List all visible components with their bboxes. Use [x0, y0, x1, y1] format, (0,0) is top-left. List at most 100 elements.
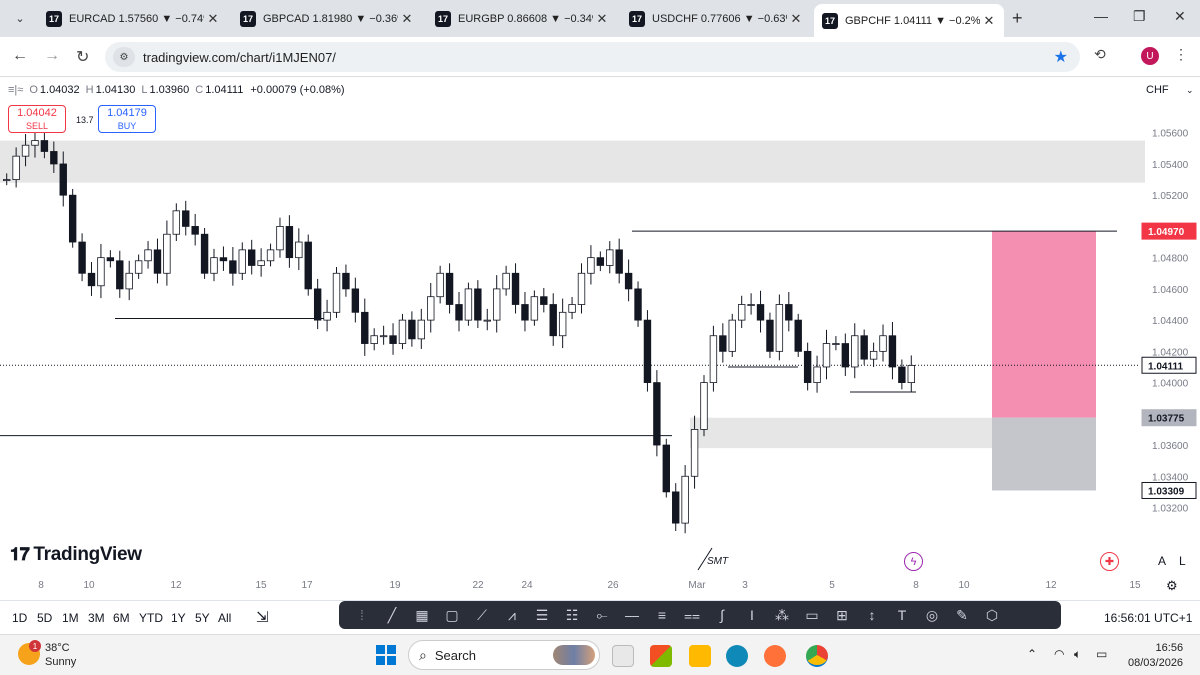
supply-zone	[0, 140, 1145, 183]
browser-tab[interactable]: 17 EURGBP 0.86608 ▼ −0.34% ✕	[427, 5, 617, 33]
rectangle-icon[interactable]: ▢	[443, 607, 461, 624]
timeframe-all[interactable]: All	[218, 611, 231, 625]
hexagon-icon[interactable]: ⬡	[983, 607, 1001, 624]
horizontal-line-icon[interactable]: —	[623, 607, 641, 623]
y-tick-label: 1.04600	[1152, 285, 1189, 296]
close-icon[interactable]: ✕	[787, 11, 805, 27]
task-view-icon[interactable]	[612, 645, 634, 667]
high-label: H	[85, 84, 94, 96]
tab-search-button[interactable]: ⌄	[8, 7, 32, 29]
candle-down	[313, 288, 322, 321]
new-tab-button[interactable]: +	[1012, 8, 1023, 29]
store-icon[interactable]	[650, 645, 672, 667]
chevron-up-icon[interactable]: ⌃	[1027, 647, 1037, 661]
lightning-icon[interactable]: ϟ	[904, 552, 923, 571]
callout-icon[interactable]: ▭	[803, 607, 821, 624]
log-scale-button[interactable]: L	[1179, 554, 1186, 568]
cursor-text-icon[interactable]: I	[743, 607, 761, 623]
channel-icon[interactable]: ☷	[563, 607, 581, 624]
brush-icon[interactable]: ✎	[953, 607, 971, 624]
timeframe-ytd[interactable]: YTD	[139, 611, 163, 625]
candlestick-chart[interactable]: SMT 1.05600 1.05400 1.05200 1.04800 1.04600 1.…	[0, 78, 1200, 600]
firefox-icon[interactable]	[764, 645, 786, 667]
currency-selector[interactable]: CHF	[1146, 84, 1169, 96]
candle-down	[785, 304, 793, 321]
candle-up	[417, 319, 426, 340]
timeframe-1y[interactable]: 1Y	[171, 611, 186, 625]
candle-up	[97, 257, 105, 287]
speaker-icon[interactable]: 🔈︎	[1074, 647, 1081, 662]
path-icon[interactable]: ⩘	[503, 607, 521, 624]
goto-date-icon[interactable]: ⇲	[256, 608, 269, 626]
timeframe-5d[interactable]: 5D	[37, 611, 52, 625]
battery-icon[interactable]: ▭	[1096, 647, 1107, 661]
forward-icon[interactable]: →	[44, 47, 60, 65]
candle-up	[813, 366, 821, 383]
avatar[interactable]: U	[1141, 47, 1159, 65]
site-info-icon[interactable]: ⚙	[113, 47, 135, 67]
sell-button[interactable]: 1.04042 SELL	[8, 105, 66, 133]
timeframe-1d[interactable]: 1D	[12, 611, 27, 625]
browser-tab[interactable]: 17 USDCHF 0.77606 ▼ −0.63% ✕	[621, 5, 811, 33]
buy-button[interactable]: 1.04179 BUY	[98, 105, 156, 133]
circle-icon[interactable]: ◎	[923, 607, 941, 624]
restore-icon[interactable]: ❐	[1133, 8, 1146, 25]
close-icon[interactable]: ✕	[204, 11, 222, 27]
url-field[interactable]: ⚙ tradingview.com/chart/i1MJEN07/ ★	[105, 42, 1080, 72]
address-bar: ← → ↻ ⚙ tradingview.com/chart/i1MJEN07/ …	[0, 37, 1200, 77]
edge-icon[interactable]	[726, 645, 748, 667]
taskbar-search[interactable]: ⌕ Search	[408, 640, 600, 670]
system-date: 08/03/2026	[1128, 657, 1184, 669]
curve-icon[interactable]: ∫	[713, 607, 731, 623]
history-icon[interactable]: ⟲	[1094, 46, 1106, 63]
vertical-line-icon[interactable]: ↕	[863, 607, 881, 623]
browser-tab[interactable]: 17 GBPCAD 1.81980 ▼ −0.36% ✕	[232, 5, 422, 33]
fib-icon[interactable]: ☰	[533, 607, 551, 624]
text-icon[interactable]: T	[893, 607, 911, 623]
menu-icon[interactable]: ⋮	[1174, 46, 1188, 63]
horizontal-ray-icon[interactable]: ⟜	[593, 607, 611, 624]
candle-up	[492, 288, 501, 321]
timeframe-6m[interactable]: 6M	[113, 611, 130, 625]
gear-icon[interactable]: ⚙	[1166, 578, 1178, 594]
node-icon[interactable]: ⁂	[773, 607, 791, 624]
drawing-toolbar: ⁞ ╱ ▦ ▢ ⟋ ⩘ ☰ ☷ ⟜ — ≡ ⩵ ∫ I ⁂ ▭ ⊞ ↕ T ◎ …	[339, 601, 1061, 629]
wifi-icon[interactable]: ◠	[1054, 647, 1064, 661]
chart-clock[interactable]: 16:56:01 UTC+1	[1104, 611, 1192, 625]
timeframe-3m[interactable]: 3M	[88, 611, 105, 625]
system-clock[interactable]: 16:56 08/03/2026	[1128, 641, 1183, 671]
trend-line-icon[interactable]: ╱	[383, 607, 401, 624]
windows-start-icon[interactable]	[376, 645, 396, 665]
fib-retracement-icon[interactable]: ≡	[653, 607, 671, 623]
candle-up	[577, 272, 586, 305]
uk-flag-icon[interactable]: ✚	[1100, 552, 1119, 571]
fib-extension-icon[interactable]: ⩵	[683, 607, 701, 624]
timeframe-1m[interactable]: 1M	[62, 611, 79, 625]
ray-icon[interactable]: ⟋	[473, 607, 491, 624]
auto-scale-button[interactable]: A	[1158, 554, 1166, 568]
measure-icon[interactable]: ⊞	[833, 607, 851, 624]
drag-handle-icon[interactable]: ⁞	[353, 607, 371, 623]
browser-tab[interactable]: 17 EURCAD 1.57560 ▼ −0.74% ✕	[38, 5, 228, 33]
back-icon[interactable]: ←	[12, 47, 28, 65]
close-icon[interactable]: ✕	[980, 13, 998, 29]
browser-tab-active[interactable]: 17 GBPCHF 1.04111 ▼ −0.2% U ✕	[814, 4, 1004, 37]
chrome-icon[interactable]	[806, 645, 828, 667]
weather-condition[interactable]: Sunny	[45, 656, 76, 668]
file-explorer-icon[interactable]	[689, 645, 711, 667]
timeframe-5y[interactable]: 5Y	[195, 611, 210, 625]
window-close-icon[interactable]: ✕	[1174, 8, 1186, 25]
candle-up	[172, 210, 181, 235]
chevron-down-icon[interactable]: ⌄	[1186, 85, 1194, 96]
tradingview-favicon-icon: 17	[240, 11, 256, 27]
x-tick-label: 26	[607, 580, 619, 591]
chart-pane[interactable]: SMT 1.05600 1.05400 1.05200 1.04800 1.04600 1.…	[0, 78, 1200, 600]
close-icon[interactable]: ✕	[593, 11, 611, 27]
grid-icon[interactable]: ▦	[413, 607, 431, 624]
reload-icon[interactable]: ↻	[76, 47, 89, 67]
bookmark-star-icon[interactable]: ★	[1054, 47, 1068, 67]
temperature[interactable]: 38°C	[45, 642, 70, 654]
candle-down	[540, 296, 548, 305]
close-icon[interactable]: ✕	[398, 11, 416, 27]
minimize-icon[interactable]: —	[1094, 8, 1108, 24]
